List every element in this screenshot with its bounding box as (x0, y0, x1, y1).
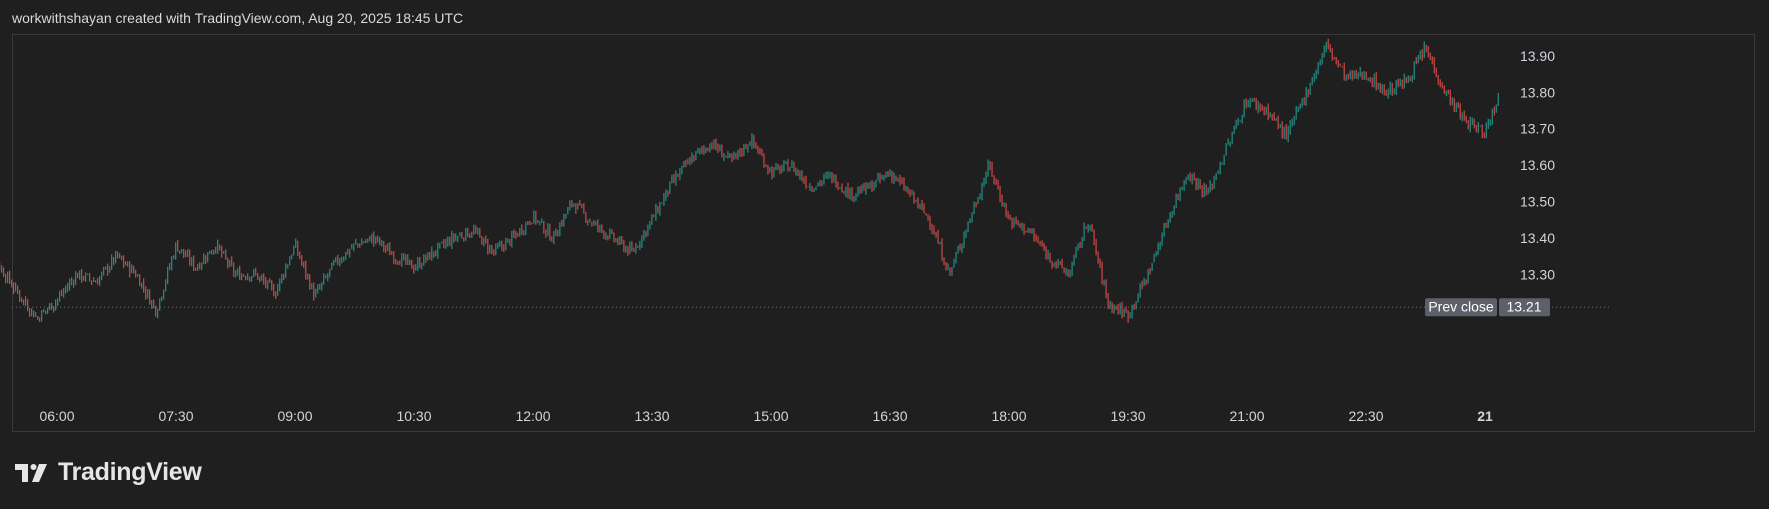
x-tick-label: 19:30 (1110, 408, 1145, 424)
prev-close-value: 13.21 (1506, 299, 1541, 315)
y-tick-label: 13.50 (1520, 194, 1555, 210)
prev-close-label: Prev close (1428, 299, 1494, 315)
x-tick-label: 22:30 (1348, 408, 1383, 424)
x-tick-label: 10:30 (396, 408, 431, 424)
x-tick-label: 06:00 (39, 408, 74, 424)
x-tick-label: 07:30 (158, 408, 193, 424)
x-tick-label: 21:00 (1229, 408, 1264, 424)
y-tick-label: 13.30 (1520, 266, 1555, 282)
y-tick-label: 13.70 (1520, 121, 1555, 137)
y-tick-label: 13.40 (1520, 230, 1555, 246)
y-tick-label: 13.60 (1520, 157, 1555, 173)
x-tick-label: 16:30 (872, 408, 907, 424)
y-tick-label: 13.90 (1520, 48, 1555, 64)
x-tick-label: 09:00 (277, 408, 312, 424)
candlestick-chart[interactable]: 13.30 13.40 13.50 13.60 13.70 13.80 13.90 06:00… (0, 0, 1769, 440)
tradingview-logo[interactable]: TradingView (14, 458, 202, 487)
candles-group (0, 38, 1499, 323)
x-tick-label: 21 (1477, 408, 1493, 424)
x-tick-label: 18:00 (991, 408, 1026, 424)
tradingview-logo-icon (15, 463, 47, 482)
x-tick-label: 12:00 (515, 408, 550, 424)
x-tick-label: 13:30 (634, 408, 669, 424)
tradingview-logo-text: TradingView (58, 458, 202, 486)
y-tick-label: 13.80 (1520, 84, 1555, 100)
x-tick-label: 15:00 (753, 408, 788, 424)
